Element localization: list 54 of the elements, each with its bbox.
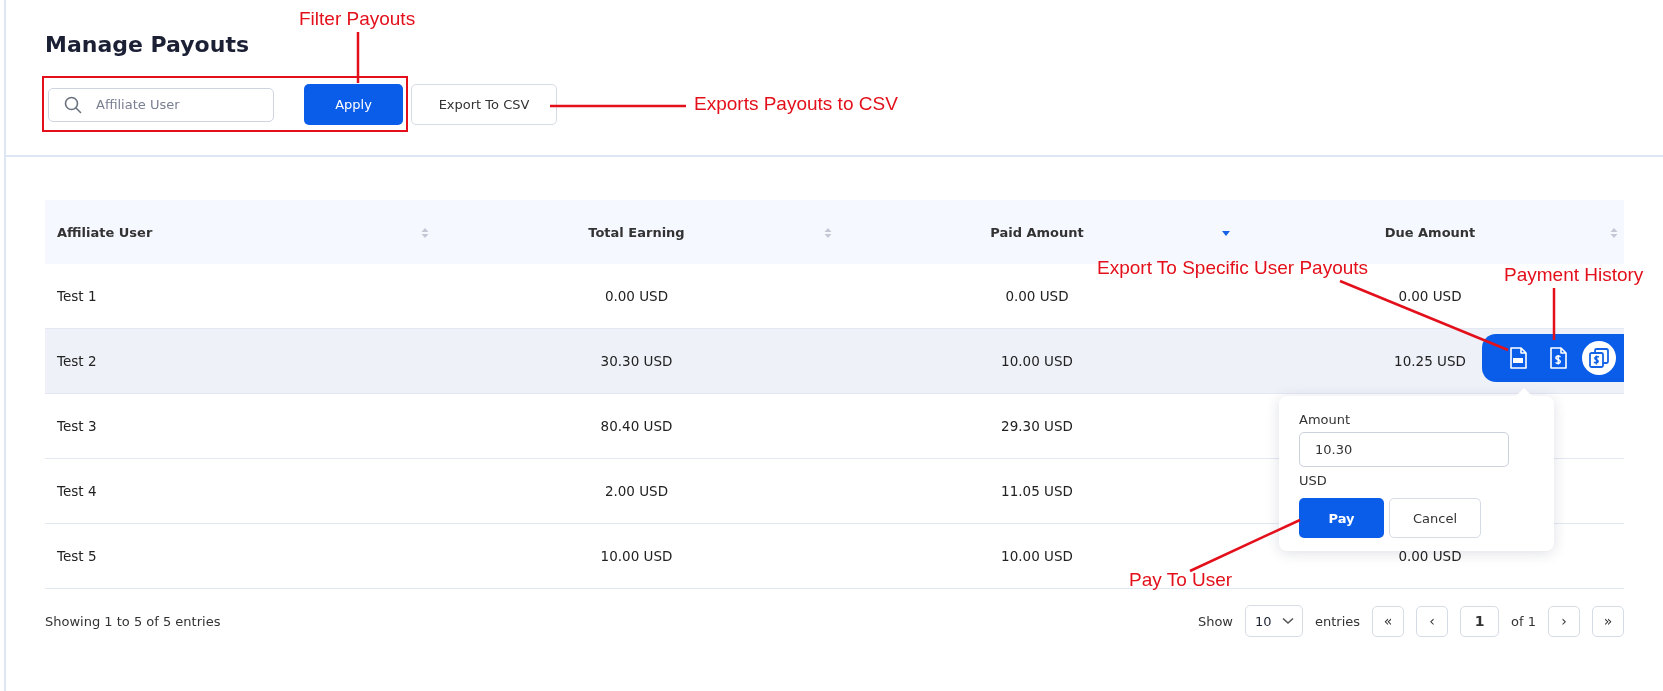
annotation-text: Exports Payouts to CSV — [694, 93, 898, 115]
export-button[interactable]: Export To CSV — [411, 83, 557, 125]
currency-label: USD — [1299, 473, 1328, 488]
dollar-file-icon[interactable] — [1549, 347, 1567, 369]
csv-file-icon[interactable] — [1509, 347, 1527, 369]
icon-button[interactable] — [1582, 341, 1616, 375]
annotation-text: Filter Payouts — [299, 8, 416, 30]
cancel-button[interactable]: Cancel — [1389, 498, 1481, 538]
pay-button[interactable]: Pay — [1299, 498, 1384, 538]
leader-line — [1552, 288, 1556, 340]
chevron-down-icon — [1282, 617, 1294, 625]
page-size-select[interactable]: 10 — [1245, 605, 1303, 637]
annotation-text: Payment History — [1504, 264, 1644, 286]
field-label: Amount — [1299, 412, 1352, 427]
table-cell: 2.00 USD — [604, 483, 669, 499]
table-cell: 0.00 USD — [1398, 548, 1462, 564]
apply-button[interactable]: Apply — [304, 84, 403, 125]
table-cell: 10.25 USD — [1394, 353, 1466, 369]
table-cell: Test 4 — [57, 483, 97, 499]
table-cell: 10.00 USD — [600, 548, 673, 564]
column-header[interactable]: Total Earning — [588, 224, 685, 240]
show-label: Show — [1197, 613, 1233, 629]
table-cell: 80.40 USD — [600, 418, 673, 434]
first-page-button[interactable]: « — [1372, 605, 1405, 637]
table-cell: 10.00 USD — [1001, 548, 1073, 564]
table-cell: 0.00 USD — [1005, 288, 1069, 304]
table-cell: 0.00 USD — [604, 288, 669, 304]
table-cell: 10.00 USD — [1001, 353, 1073, 369]
column-header[interactable]: Affiliate User — [57, 224, 153, 240]
sort-descending-icon[interactable] — [1221, 228, 1231, 238]
column-header[interactable]: Due Amount — [1384, 224, 1476, 240]
column-header[interactable]: Paid Amount — [990, 224, 1084, 240]
annotation-text: Export To Specific User Payouts — [1097, 257, 1369, 279]
dollar-copy-icon[interactable] — [1588, 347, 1610, 369]
amount-field[interactable]: 10.30 — [1299, 432, 1509, 467]
annotation-text: Pay To User — [1129, 569, 1233, 591]
table-cell: Test 5 — [57, 548, 97, 564]
entries-summary: Showing 1 to 5 of 5 entries — [45, 613, 221, 629]
previous-page-button[interactable]: ‹ — [1416, 605, 1449, 637]
page-title: Manage Payouts — [45, 31, 249, 59]
table-cell: Test 1 — [57, 288, 97, 304]
table-cell: Test 2 — [57, 353, 97, 369]
page-count: of 1 — [1511, 613, 1536, 629]
table-cell: 0.00 USD — [1398, 288, 1462, 304]
entries-label: entries — [1315, 613, 1361, 629]
table-cell: 11.05 USD — [1001, 483, 1073, 499]
table-cell: Test 3 — [57, 418, 97, 434]
next-page-button[interactable]: › — [1548, 605, 1580, 637]
table-cell: 30.30 USD — [600, 353, 673, 369]
page-number-field[interactable]: 1 — [1460, 605, 1500, 637]
last-page-button[interactable]: » — [1592, 605, 1624, 637]
table-cell: 29.30 USD — [1001, 418, 1073, 434]
search-icon — [64, 95, 82, 114]
search-field[interactable]: Affiliate User — [48, 87, 274, 122]
